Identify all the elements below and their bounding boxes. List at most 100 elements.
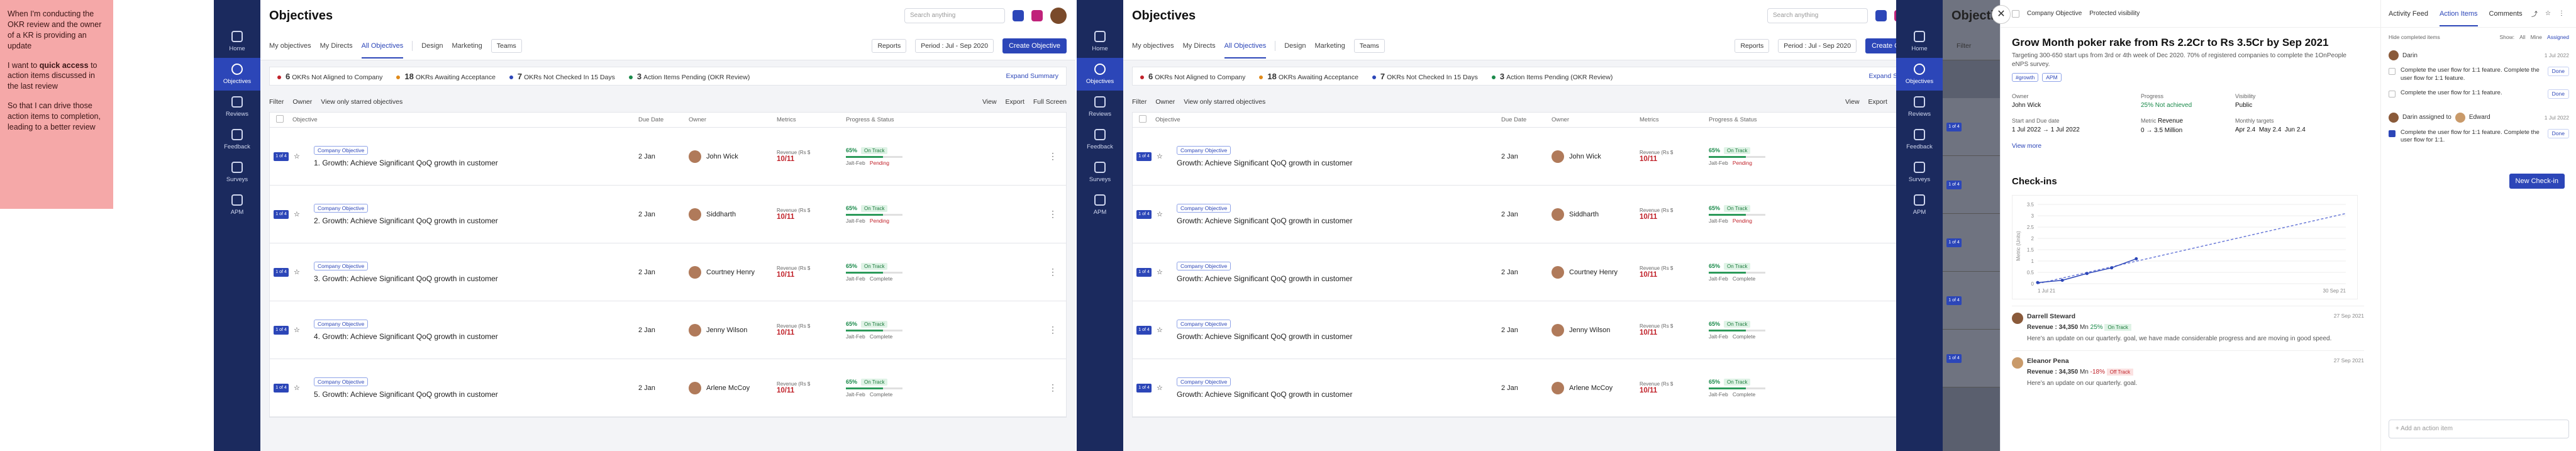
search-input[interactable]: Search anything: [904, 8, 1005, 23]
star-icon[interactable]: ☆: [1157, 269, 1163, 276]
reports-select[interactable]: Reports: [1735, 38, 1770, 53]
star-icon[interactable]: ☆: [1157, 153, 1163, 160]
rail-reviews[interactable]: Reviews: [1896, 91, 1943, 123]
objective-title[interactable]: 3. Growth: Achieve Significant QoQ growt…: [314, 274, 638, 283]
create-objective-button[interactable]: Create Objective: [1002, 38, 1067, 53]
starred-toggle[interactable]: View only starred objectives: [1184, 98, 1265, 106]
fullscreen-button[interactable]: Full Screen: [1033, 98, 1067, 106]
rail-surveys[interactable]: Surveys: [1077, 156, 1123, 189]
show-mine[interactable]: Mine: [2531, 34, 2542, 40]
view-more-link[interactable]: View more: [2012, 143, 2141, 150]
table-row[interactable]: 1 of 4 ☆ Company Objective Growth: Achieve …: [1133, 301, 1929, 359]
more-icon[interactable]: ⋮: [1048, 267, 1057, 277]
tab-all-objectives[interactable]: All Objectives: [1224, 42, 1267, 58]
table-row[interactable]: 1 of 4 ☆ Company Objective 4. Growth: Achie…: [270, 301, 1066, 359]
expand-summary-link[interactable]: Expand Summary: [1006, 72, 1058, 80]
view-button[interactable]: View: [1845, 98, 1860, 106]
show-all[interactable]: All: [2519, 34, 2525, 40]
owner-value[interactable]: John Wick: [2012, 102, 2141, 109]
rail-surveys[interactable]: Surveys: [214, 156, 260, 189]
filter-button[interactable]: Filter: [1132, 98, 1146, 106]
objective-title[interactable]: Growth: Achieve Significant QoQ growth i…: [1177, 390, 1501, 399]
table-row[interactable]: 1 of 4 ☆ Company Objective Growth: Achieve …: [1133, 186, 1929, 243]
close-icon[interactable]: ✕: [1992, 5, 2011, 24]
summary-not-aligned[interactable]: 6 OKRs Not Aligned to Company: [1140, 72, 1245, 81]
star-icon[interactable]: ☆: [294, 211, 300, 218]
rail-objectives[interactable]: Objectives: [1077, 58, 1123, 91]
select-all-checkbox[interactable]: [276, 115, 284, 123]
action-item-checkbox[interactable]: [2389, 90, 2396, 97]
tab-my-objectives[interactable]: My objectives: [1132, 42, 1174, 50]
show-assigned[interactable]: Assigned: [2547, 34, 2569, 40]
summary-not-aligned[interactable]: 6 OKRs Not Aligned to Company: [277, 72, 382, 81]
star-icon[interactable]: ☆: [294, 153, 300, 160]
tab-design[interactable]: Design: [1284, 42, 1306, 50]
table-row[interactable]: 1 of 4 ☆ Company Objective Growth: Achieve …: [1133, 243, 1929, 301]
rail-feedback[interactable]: Feedback: [1077, 123, 1123, 156]
teams-select[interactable]: Teams: [1353, 38, 1385, 53]
rail-apm[interactable]: APM: [214, 189, 260, 221]
summary-awaiting[interactable]: 18 OKRs Awaiting Acceptance: [396, 72, 496, 81]
tag-growth[interactable]: #growth: [2012, 73, 2039, 82]
visibility-select[interactable]: Public: [2235, 102, 2329, 109]
more-icon[interactable]: ⋮: [1048, 382, 1057, 393]
objective-title[interactable]: 2. Growth: Achieve Significant QoQ growt…: [314, 216, 638, 225]
tab-my-directs[interactable]: My Directs: [1183, 42, 1216, 50]
tab-all-objectives[interactable]: All Objectives: [361, 42, 404, 58]
table-row[interactable]: 1 of 4 ☆ Company Objective Growth: Achieve …: [1133, 359, 1929, 417]
filter-button[interactable]: Filter: [269, 98, 284, 106]
add-action-item-input[interactable]: + Add an action item: [2389, 420, 2569, 438]
action-item-checkbox[interactable]: [2389, 130, 2396, 137]
hide-completed-toggle[interactable]: Hide completed items: [2389, 34, 2440, 40]
objective-title[interactable]: 5. Growth: Achieve Significant QoQ growt…: [314, 390, 638, 399]
table-row[interactable]: 1 of 4 ☆ Company Objective 2. Growth: Achie…: [270, 186, 1066, 243]
tab-marketing[interactable]: Marketing: [1314, 42, 1345, 50]
tab-design[interactable]: Design: [421, 42, 443, 50]
summary-not-checked[interactable]: 7 OKRs Not Checked In 15 Days: [509, 72, 615, 81]
select-all-checkbox[interactable]: [1139, 115, 1146, 123]
export-button[interactable]: Export: [1868, 98, 1887, 106]
view-button[interactable]: View: [982, 98, 997, 106]
more-icon[interactable]: ⋮: [1048, 151, 1057, 162]
table-row[interactable]: 1 of 4 ☆ Company Objective Growth: Achieve …: [1133, 128, 1929, 186]
tab-my-directs[interactable]: My Directs: [320, 42, 353, 50]
owner-filter[interactable]: Owner: [1155, 98, 1175, 106]
objective-title[interactable]: Growth: Achieve Significant QoQ growth i…: [1177, 159, 1501, 167]
objective-title[interactable]: 4. Growth: Achieve Significant QoQ growt…: [314, 332, 638, 341]
objective-title[interactable]: Growth: Achieve Significant QoQ growth i…: [1177, 274, 1501, 283]
tag-apm[interactable]: APM: [2042, 73, 2062, 82]
tab-action-items[interactable]: Action Items: [2439, 10, 2478, 26]
star-icon[interactable]: ☆: [294, 326, 300, 334]
due-date[interactable]: 1 Jul 2022: [2051, 126, 2080, 133]
notification-icon[interactable]: [1875, 10, 1887, 21]
action-item-checkbox[interactable]: [2389, 68, 2396, 75]
rail-feedback[interactable]: Feedback: [214, 123, 260, 156]
rail-home[interactable]: Home: [214, 25, 260, 58]
filter-button[interactable]: Filter: [1951, 40, 1976, 52]
star-icon[interactable]: ☆: [1157, 211, 1163, 218]
objective-title[interactable]: Growth: Achieve Significant QoQ growth i…: [1177, 332, 1501, 341]
search-input[interactable]: Search anything: [1767, 8, 1868, 23]
start-date[interactable]: 1 Jul 2022: [2012, 126, 2041, 133]
rail-reviews[interactable]: Reviews: [1077, 91, 1123, 123]
summary-action-items[interactable]: 3 Action Items Pending (OKR Review): [628, 72, 750, 81]
rail-objectives[interactable]: Objectives: [1896, 58, 1943, 91]
rail-home[interactable]: Home: [1077, 25, 1123, 58]
table-row[interactable]: 1 of 4 ☆ Company Objective 5. Growth: Achie…: [270, 359, 1066, 417]
table-row[interactable]: 1 of 4 ☆ Company Objective 3. Growth: Achie…: [270, 243, 1066, 301]
starred-toggle[interactable]: View only starred objectives: [321, 98, 402, 106]
rail-apm[interactable]: APM: [1896, 189, 1943, 221]
objective-title[interactable]: 1. Growth: Achieve Significant QoQ growt…: [314, 159, 638, 167]
period-select[interactable]: Period : Jul - Sep 2020: [915, 38, 994, 53]
summary-action-items[interactable]: 3 Action Items Pending (OKR Review): [1491, 72, 1613, 81]
tab-marketing[interactable]: Marketing: [452, 42, 482, 50]
teams-select[interactable]: Teams: [491, 38, 522, 53]
done-button[interactable]: Done: [2547, 89, 2569, 99]
done-button[interactable]: Done: [2547, 128, 2569, 138]
period-select[interactable]: Period : Jul - Sep 2020: [1778, 38, 1857, 53]
owner-filter[interactable]: Owner: [292, 98, 312, 106]
star-icon[interactable]: ☆: [1157, 326, 1163, 334]
more-icon[interactable]: ⋮: [1048, 209, 1057, 220]
rail-feedback[interactable]: Feedback: [1896, 123, 1943, 156]
alert-icon[interactable]: [1031, 10, 1043, 21]
